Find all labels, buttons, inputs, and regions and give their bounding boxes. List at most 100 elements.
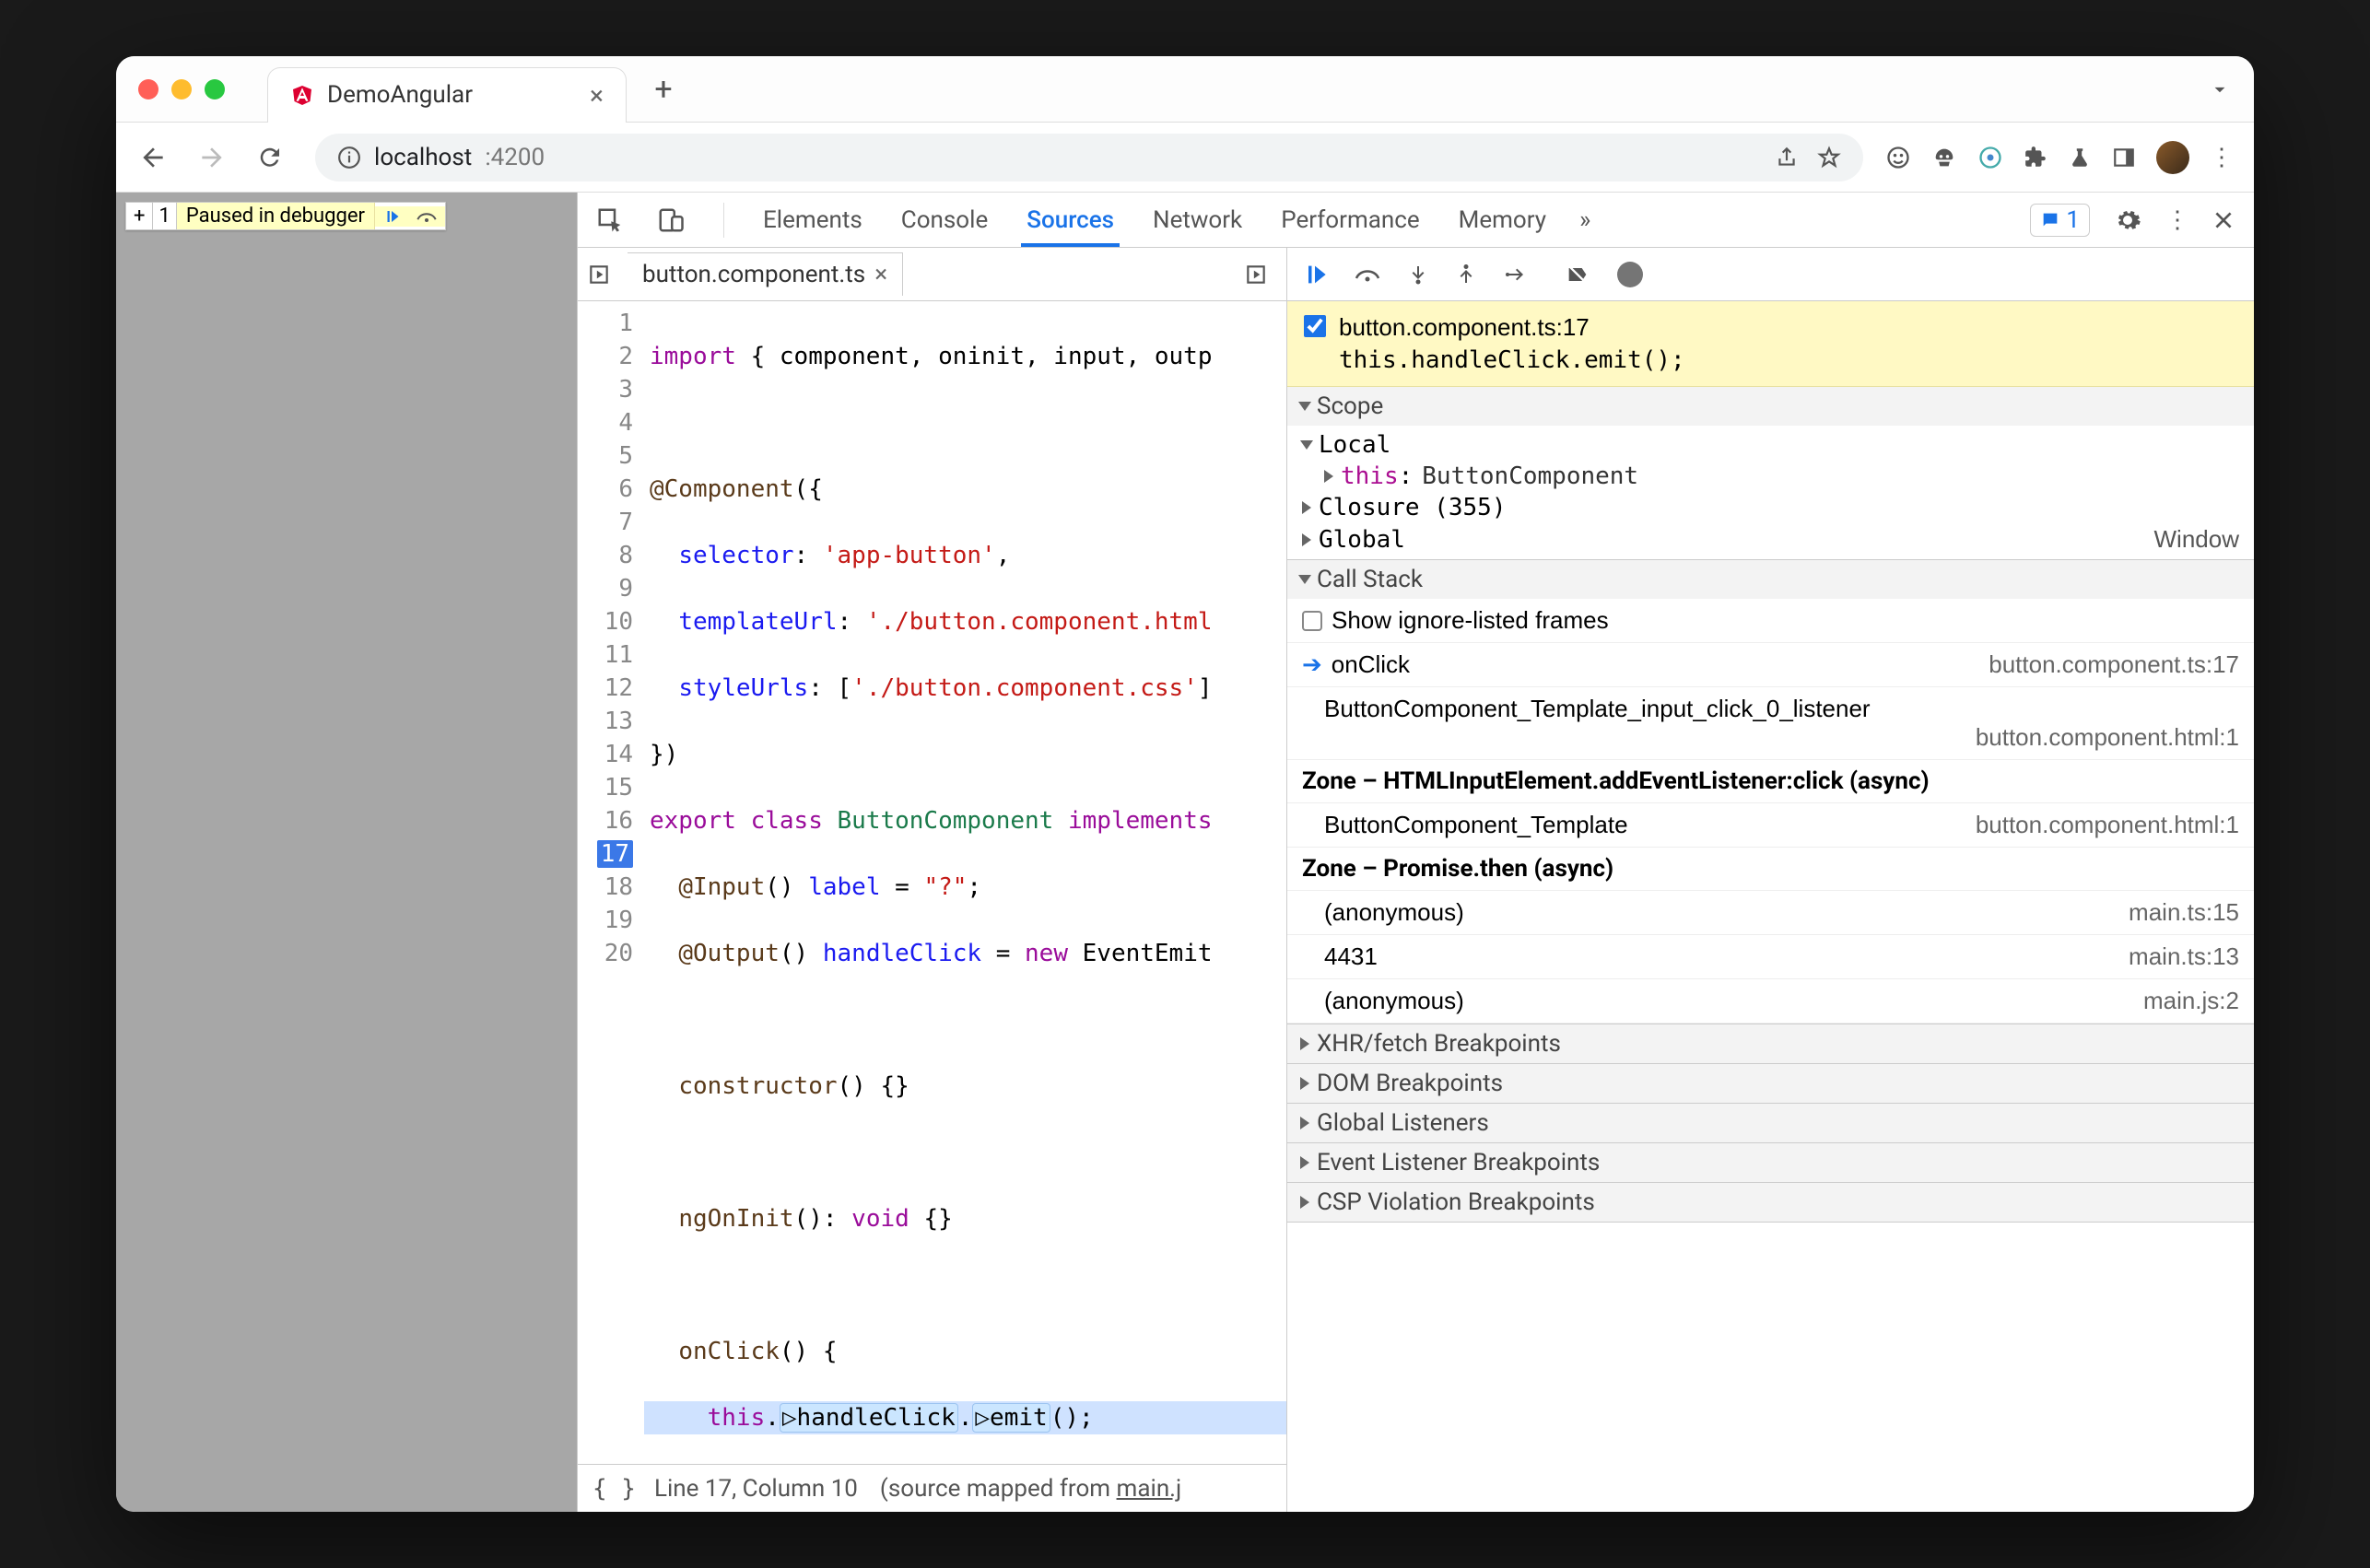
browser-tab[interactable]: DemoAngular × <box>267 67 627 123</box>
address-bar[interactable]: localhost :4200 <box>315 134 1863 181</box>
show-ignored-frames[interactable]: Show ignore-listed frames <box>1287 599 2254 643</box>
page-viewport: + 1 Paused in debugger <box>116 193 577 1512</box>
async-boundary: Zone – HTMLInputElement.addEventListener… <box>1287 760 2254 803</box>
close-window-button[interactable] <box>138 79 158 99</box>
source-text[interactable]: import { component, oninit, input, outp … <box>644 301 1286 1464</box>
file-tab[interactable]: button.component.ts × <box>628 252 903 296</box>
url-host: localhost <box>374 144 472 171</box>
ext-icon-3[interactable] <box>1977 145 2003 170</box>
tab-performance[interactable]: Performance <box>1275 193 1425 247</box>
tab-sources[interactable]: Sources <box>1021 193 1120 247</box>
settings-gear-icon[interactable] <box>2114 206 2141 234</box>
stack-frame[interactable]: ➔onClickbutton.component.ts:17 <box>1287 643 2254 687</box>
deactivate-breakpoints-icon[interactable] <box>1564 262 1591 287</box>
url-port: :4200 <box>485 144 545 171</box>
run-snippet-icon[interactable] <box>1244 263 1277 287</box>
tab-memory[interactable]: Memory <box>1453 193 1552 247</box>
extensions-puzzle-icon[interactable] <box>2024 146 2047 170</box>
code-area[interactable]: 12345678910111213141516 17 181920 import… <box>578 301 1286 1464</box>
stack-frame[interactable]: ButtonComponent_Templatebutton.component… <box>1287 803 2254 848</box>
step-out-icon[interactable] <box>1455 263 1477 287</box>
line-gutter[interactable]: 12345678910111213141516 17 181920 <box>578 301 644 1464</box>
breakpoint-hit: button.component.ts:17 this.handleClick.… <box>1287 301 2254 387</box>
overlay-resume-icon[interactable] <box>375 206 408 227</box>
tab-console[interactable]: Console <box>896 193 993 247</box>
csp-breakpoints-header[interactable]: CSP Violation Breakpoints <box>1287 1183 2254 1222</box>
add-button[interactable]: + <box>126 203 153 229</box>
source-mapped-label: (source mapped from main.j <box>880 1475 1181 1503</box>
pretty-print-icon[interactable]: { } <box>592 1475 636 1503</box>
titlebar: DemoAngular × + <box>116 56 2254 123</box>
devtools-tabs: Elements Console Sources Network Perform… <box>578 193 2254 248</box>
source-map-link[interactable]: main.j <box>1117 1475 1182 1503</box>
browser-window: DemoAngular × + localhost :4200 <box>116 56 2254 1512</box>
step-into-icon[interactable] <box>1407 263 1429 287</box>
extensions: ⋮ <box>1885 141 2232 174</box>
issues-button[interactable]: 1 <box>2030 204 2090 237</box>
file-tab-close-icon[interactable]: × <box>874 261 887 288</box>
breakpoint-location[interactable]: button.component.ts:17 <box>1339 310 1685 344</box>
xhr-breakpoints-header[interactable]: XHR/fetch Breakpoints <box>1287 1024 2254 1063</box>
minimize-window-button[interactable] <box>171 79 192 99</box>
browser-menu-button[interactable]: ⋮ <box>2210 144 2232 171</box>
paused-overlay: + 1 Paused in debugger <box>125 202 446 230</box>
cursor-position: Line 17, Column 10 <box>654 1475 858 1503</box>
close-tab-button[interactable]: × <box>590 80 604 111</box>
editor-status-bar: { } Line 17, Column 10 (source mapped fr… <box>578 1464 1286 1512</box>
ext-icon-1[interactable] <box>1885 145 1911 170</box>
call-stack-header[interactable]: Call Stack <box>1287 560 2254 599</box>
event-listener-breakpoints-header[interactable]: Event Listener Breakpoints <box>1287 1143 2254 1182</box>
ext-flask-icon[interactable] <box>2068 146 2092 170</box>
step-icon[interactable] <box>1503 263 1529 286</box>
reload-button[interactable] <box>256 144 293 171</box>
tab-elements[interactable]: Elements <box>757 193 868 247</box>
tab-title: DemoAngular <box>327 81 577 109</box>
devtools: Elements Console Sources Network Perform… <box>577 193 2254 1512</box>
pause-on-exceptions-icon[interactable] <box>1617 262 1643 287</box>
scope-section: Scope Local this:ButtonComponent Closure… <box>1287 387 2254 560</box>
window-controls <box>138 79 225 99</box>
debugger-toolbar <box>1287 248 2254 301</box>
ext-icon-2[interactable] <box>1931 145 1957 170</box>
site-info-icon[interactable] <box>337 146 361 170</box>
scope-header[interactable]: Scope <box>1287 387 2254 426</box>
tabs-overflow-button[interactable] <box>2208 77 2232 101</box>
issues-count: 1 <box>2066 206 2080 234</box>
devtools-close-icon[interactable] <box>2212 208 2235 232</box>
nav-forward-button[interactable] <box>197 143 234 172</box>
source-editor: button.component.ts × 123456789101112131… <box>578 248 1287 1512</box>
device-toggle-icon[interactable] <box>657 206 690 234</box>
maximize-window-button[interactable] <box>205 79 225 99</box>
dom-breakpoints-header[interactable]: DOM Breakpoints <box>1287 1064 2254 1103</box>
tabs-more-icon[interactable]: » <box>1579 206 1590 234</box>
bookmark-star-icon[interactable] <box>1817 146 1841 170</box>
share-icon[interactable] <box>1775 146 1799 170</box>
tab-network[interactable]: Network <box>1147 193 1248 247</box>
scope-this[interactable]: this:ButtonComponent <box>1287 461 2254 492</box>
inspect-element-icon[interactable] <box>596 206 629 234</box>
stack-frame[interactable]: (anonymous)main.ts:15 <box>1287 891 2254 935</box>
paused-message: Paused in debugger <box>177 203 375 229</box>
navigator-toggle-icon[interactable] <box>587 263 628 287</box>
stack-frame[interactable]: 4431main.ts:13 <box>1287 935 2254 979</box>
overlay-step-icon[interactable] <box>408 206 445 227</box>
async-boundary: Zone – Promise.then (async) <box>1287 848 2254 891</box>
devtools-menu-icon[interactable]: ⋮ <box>2165 206 2188 234</box>
scope-global[interactable]: GlobalWindow <box>1287 523 2254 556</box>
angular-icon <box>290 83 314 107</box>
global-listeners-header[interactable]: Global Listeners <box>1287 1104 2254 1142</box>
step-over-icon[interactable] <box>1354 263 1381 286</box>
stack-frame[interactable]: ButtonComponent_Template_input_click_0_l… <box>1287 687 2254 760</box>
nav-back-button[interactable] <box>138 143 175 172</box>
file-tab-name: button.component.ts <box>642 261 865 288</box>
new-tab-button[interactable]: + <box>641 71 686 108</box>
scope-local[interactable]: Local <box>1287 429 2254 461</box>
toolbar: localhost :4200 ⋮ <box>116 123 2254 193</box>
ext-sidepanel-icon[interactable] <box>2112 146 2136 170</box>
stack-frame[interactable]: (anonymous)main.js:2 <box>1287 979 2254 1024</box>
scope-closure[interactable]: Closure (355) <box>1287 492 2254 523</box>
resume-icon[interactable] <box>1302 262 1328 287</box>
profile-avatar[interactable] <box>2156 141 2189 174</box>
file-tabs: button.component.ts × <box>578 248 1286 301</box>
breakpoint-checkbox[interactable] <box>1304 315 1326 337</box>
